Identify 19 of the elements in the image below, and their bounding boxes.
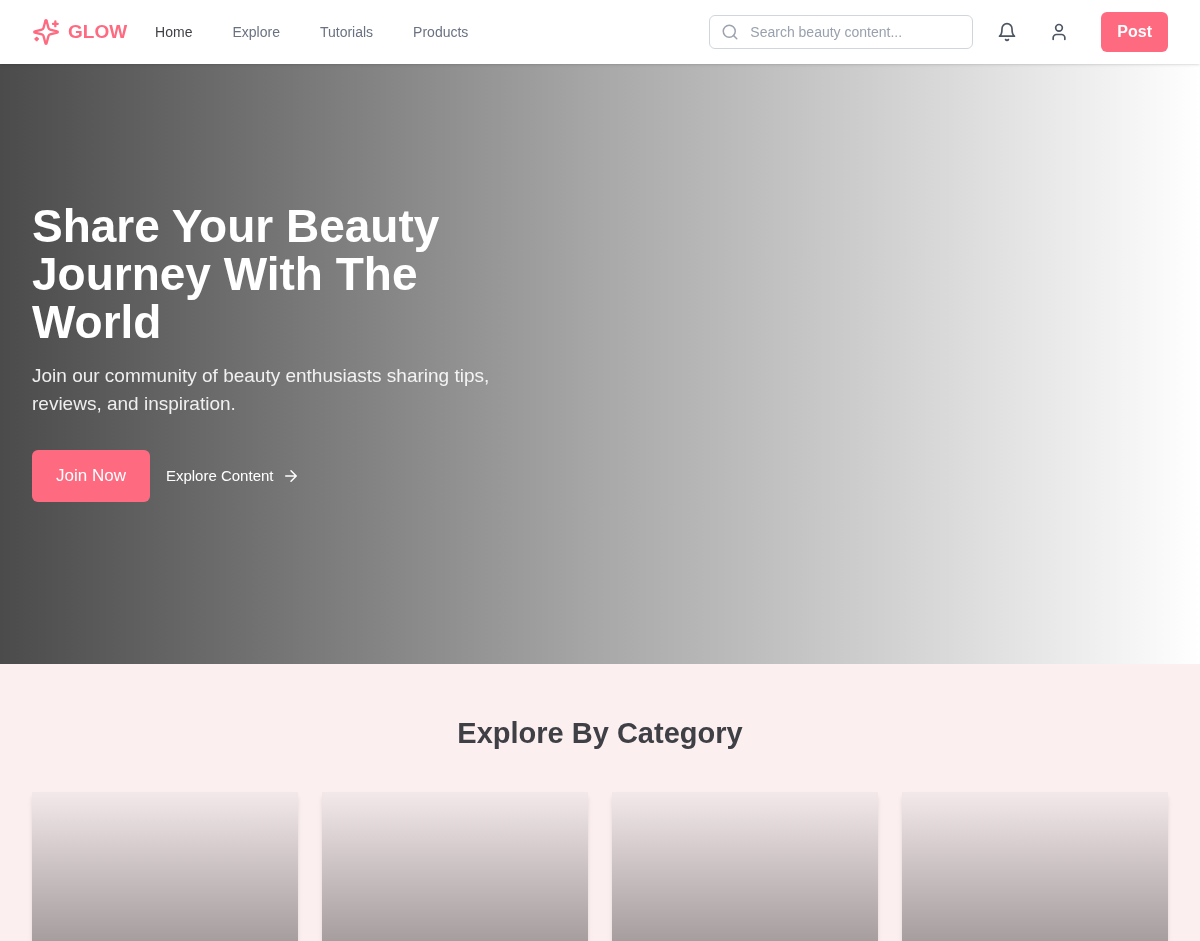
section-title: Explore By Category — [456, 716, 744, 751]
hero-title: Share Your Beauty Journey With The World — [32, 202, 441, 346]
category-card[interactable] — [32, 791, 298, 941]
category-card[interactable] — [322, 791, 588, 941]
hero-subtitle: Join our community of beauty enthusiasts sharing tips, reviews, and inspiration. — [32, 364, 491, 416]
category-card[interactable] — [902, 791, 1168, 941]
nav-link[interactable]: Explore — [232, 21, 280, 43]
explore-link[interactable]: Explore Content — [165, 464, 300, 488]
search-icon — [721, 23, 740, 41]
join-button[interactable]: Join Now — [32, 450, 150, 502]
nav-link[interactable]: Products — [413, 21, 469, 43]
nav-link[interactable]: Home — [155, 21, 193, 43]
category-card[interactable] — [612, 791, 878, 941]
brand-name[interactable]: GLOW — [68, 17, 128, 47]
bell-icon[interactable] — [997, 22, 1018, 42]
post-button[interactable]: Post — [1101, 12, 1168, 52]
nav-link[interactable]: Tutorials — [319, 21, 374, 43]
sparkle-icon — [32, 18, 60, 46]
search-field[interactable]: Search beauty content... — [709, 15, 974, 49]
